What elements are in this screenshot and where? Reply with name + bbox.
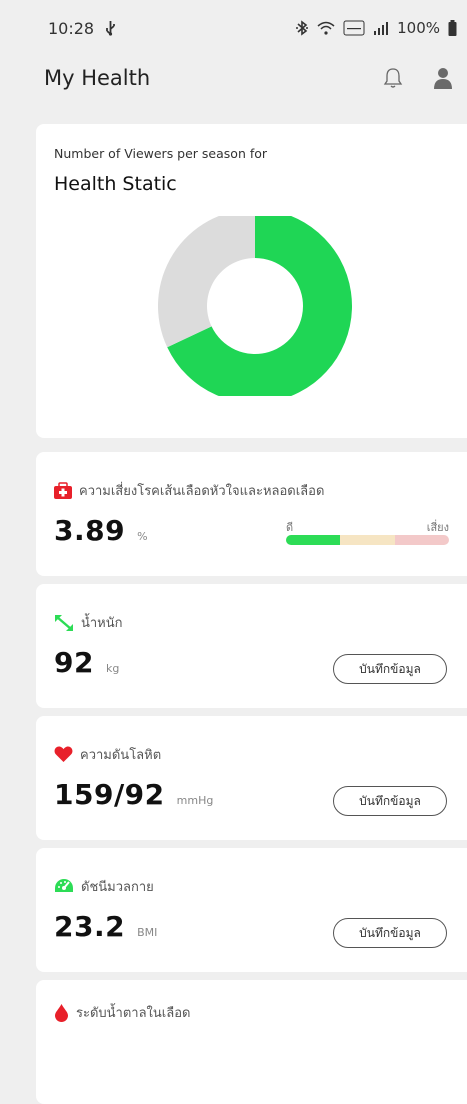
- metric-value-row: 3.89 %: [54, 514, 148, 547]
- record-blood-pressure-button[interactable]: บันทึกข้อมูล: [333, 786, 447, 816]
- wifi-icon: [317, 21, 335, 35]
- risk-segment-good: [286, 535, 341, 545]
- status-left: 10:28: [48, 19, 117, 38]
- weight-card[interactable]: น้ำหนัก 92 kg บันทึกข้อมูล: [36, 584, 467, 708]
- metric-header: น้ำหนัก: [54, 612, 123, 633]
- battery-percent: 100%: [397, 19, 440, 37]
- first-aid-kit-icon: [54, 482, 72, 499]
- risk-high-label: เสี่ยง: [426, 521, 449, 534]
- bmi-card[interactable]: ดัชนีมวลกาย 23.2 BMI บันทึกข้อมูล: [36, 848, 467, 972]
- cardio-risk-card[interactable]: ความเสี่ยงโรคเส้นเลือดหัวใจและหลอดเลือด …: [36, 452, 467, 576]
- profile-icon[interactable]: [433, 67, 453, 89]
- metric-header: ความดันโลหิต: [54, 744, 161, 765]
- metric-unit: BMI: [137, 926, 158, 939]
- metric-label: ความดันโลหิต: [80, 748, 162, 763]
- risk-scale-labels: ดี เสี่ยง: [286, 518, 449, 536]
- chart-subtitle: Number of Viewers per season for: [54, 146, 268, 161]
- donut-slice-1: [158, 216, 255, 348]
- metric-value-row: 92 kg: [54, 646, 119, 679]
- record-weight-button[interactable]: บันทึกข้อมูล: [333, 654, 447, 684]
- weight-arrows-icon: [55, 614, 73, 631]
- blood-pressure-card[interactable]: ความดันโลหิต 159/92 mmHg บันทึกข้อมูล: [36, 716, 467, 840]
- battery-icon: [448, 20, 457, 36]
- metric-value: 92: [54, 646, 94, 679]
- metric-value-row: 23.2 BMI: [54, 910, 157, 943]
- status-bar: 10:28 100%: [0, 0, 467, 56]
- risk-low-label: ดี: [286, 521, 294, 534]
- metric-header: ความเสี่ยงโรคเส้นเลือดหัวใจและหลอดเลือด: [54, 480, 324, 501]
- metric-unit: mmHg: [176, 794, 214, 807]
- blood-sugar-card[interactable]: ระดับน้ำตาลในเลือด: [36, 980, 467, 1104]
- metric-value: 3.89: [54, 514, 126, 547]
- app-actions: [383, 67, 453, 89]
- bluetooth-icon: [296, 20, 309, 36]
- metric-value: 159/92: [54, 778, 165, 811]
- risk-scale-bar: [286, 535, 449, 545]
- metric-value: 23.2: [54, 910, 126, 943]
- risk-segment-high: [394, 535, 449, 545]
- record-bmi-button[interactable]: บันทึกข้อมูล: [333, 918, 447, 948]
- chart-title: Health Static: [54, 173, 177, 195]
- donut-chart: [158, 216, 352, 396]
- gauge-icon: [55, 879, 73, 892]
- metric-unit: kg: [105, 662, 120, 675]
- metric-header: ดัชนีมวลกาย: [54, 876, 154, 897]
- heart-icon: [54, 746, 73, 762]
- metric-header: ระดับน้ำตาลในเลือด: [54, 1002, 190, 1023]
- risk-segment-medium: [340, 535, 395, 545]
- metric-label: น้ำหนัก: [81, 616, 123, 631]
- metric-label: ความเสี่ยงโรคเส้นเลือดหัวใจและหลอดเลือด: [79, 484, 325, 499]
- signal-icon: [374, 22, 389, 35]
- metric-unit: %: [137, 530, 148, 543]
- status-right: 100%: [295, 19, 457, 37]
- status-time: 10:28: [48, 18, 95, 38]
- metric-value-row: 159/92 mmHg: [54, 778, 213, 811]
- metric-label: ดัชนีมวลกาย: [81, 880, 154, 895]
- blood-drop-icon: [55, 1004, 68, 1022]
- usb-icon: [106, 21, 116, 36]
- bell-icon[interactable]: [383, 67, 403, 89]
- page-title: My Health: [44, 66, 151, 90]
- volte-icon: [343, 20, 365, 36]
- app-bar: My Health: [0, 56, 467, 100]
- metric-label: ระดับน้ำตาลในเลือด: [76, 1006, 191, 1021]
